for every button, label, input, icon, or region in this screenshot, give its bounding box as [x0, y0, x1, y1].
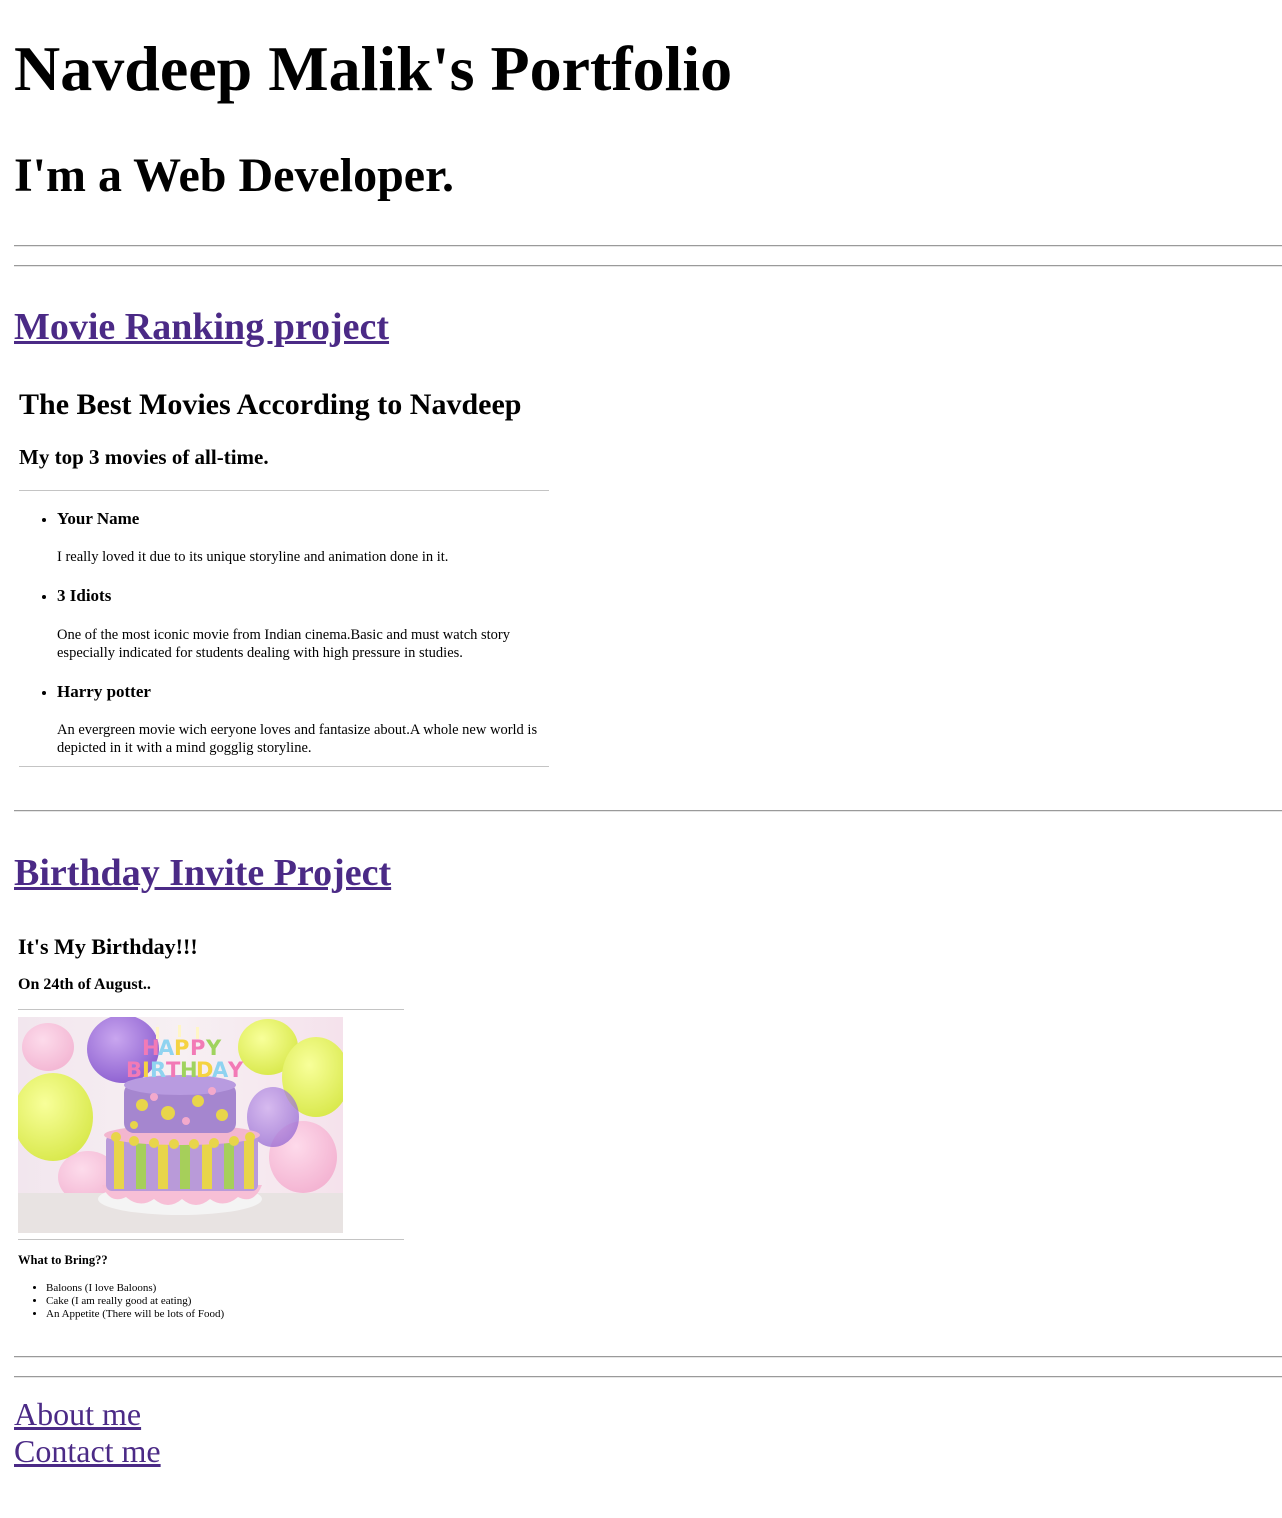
- birthday-date: On 24th of August..: [18, 976, 151, 993]
- svg-text:A: A: [158, 1036, 175, 1060]
- birthday-divider: [18, 1239, 404, 1240]
- movies-divider: [19, 490, 549, 491]
- svg-text:P: P: [174, 1036, 189, 1060]
- about-me-link[interactable]: About me: [14, 1396, 141, 1433]
- list-item: Cake (I am really good at eating): [46, 1295, 224, 1308]
- birthday-cake-image: H A P P Y B I R T H D A Y: [18, 1017, 343, 1233]
- movies-heading: The Best Movies According to Navdeep: [19, 388, 522, 421]
- movie-description: I really loved it due to its unique stor…: [57, 549, 449, 566]
- svg-text:Y: Y: [227, 1058, 244, 1082]
- divider: [14, 810, 1282, 812]
- movies-list: Your Name I really loved it due to its u…: [19, 509, 587, 777]
- list-item: An Appetite (There will be lots of Food): [46, 1308, 224, 1321]
- svg-text:I: I: [142, 1058, 150, 1082]
- movies-subheading: My top 3 movies of all-time.: [19, 445, 269, 469]
- birthday-divider: [18, 1009, 404, 1010]
- svg-text:R: R: [150, 1058, 166, 1082]
- svg-text:H: H: [142, 1036, 160, 1060]
- bring-list: Baloons (I love Baloons) Cake (I am real…: [18, 1282, 224, 1321]
- svg-text:Y: Y: [205, 1036, 222, 1060]
- birthday-invite-project-link[interactable]: Birthday Invite Project: [14, 852, 391, 895]
- divider: [14, 1376, 1282, 1378]
- svg-text:D: D: [196, 1058, 213, 1082]
- movie-ranking-project-link[interactable]: Movie Ranking project: [14, 306, 389, 349]
- bring-heading: What to Bring??: [18, 1253, 108, 1267]
- birthday-heading: It's My Birthday!!!: [18, 934, 198, 959]
- movies-divider: [19, 766, 549, 767]
- page-subtitle: I'm a Web Developer.: [14, 149, 454, 202]
- divider: [14, 245, 1282, 247]
- list-item: Baloons (I love Baloons): [46, 1282, 224, 1295]
- svg-text:P: P: [190, 1036, 205, 1060]
- movie-name: Your Name: [57, 509, 140, 528]
- svg-text:H: H: [180, 1058, 198, 1082]
- svg-text:B: B: [126, 1058, 142, 1082]
- page-title: Navdeep Malik's Portfolio: [14, 33, 733, 104]
- divider: [14, 265, 1282, 267]
- list-item: 3 Idiots One of the most iconic movie fr…: [57, 586, 587, 661]
- movie-name: Harry potter: [57, 681, 151, 701]
- list-item: Harry potter An evergreen movie wich eer…: [57, 682, 587, 757]
- list-item: Your Name I really loved it due to its u…: [57, 509, 587, 566]
- movie-description: One of the most iconic movie from Indian…: [57, 626, 511, 661]
- divider: [14, 1356, 1282, 1358]
- svg-text:A: A: [212, 1058, 229, 1082]
- movie-name: 3 Idiots: [57, 586, 112, 606]
- contact-me-link[interactable]: Contact me: [14, 1433, 161, 1470]
- movie-description: An evergreen movie wich eeryone loves an…: [57, 722, 538, 757]
- svg-text:T: T: [166, 1058, 181, 1082]
